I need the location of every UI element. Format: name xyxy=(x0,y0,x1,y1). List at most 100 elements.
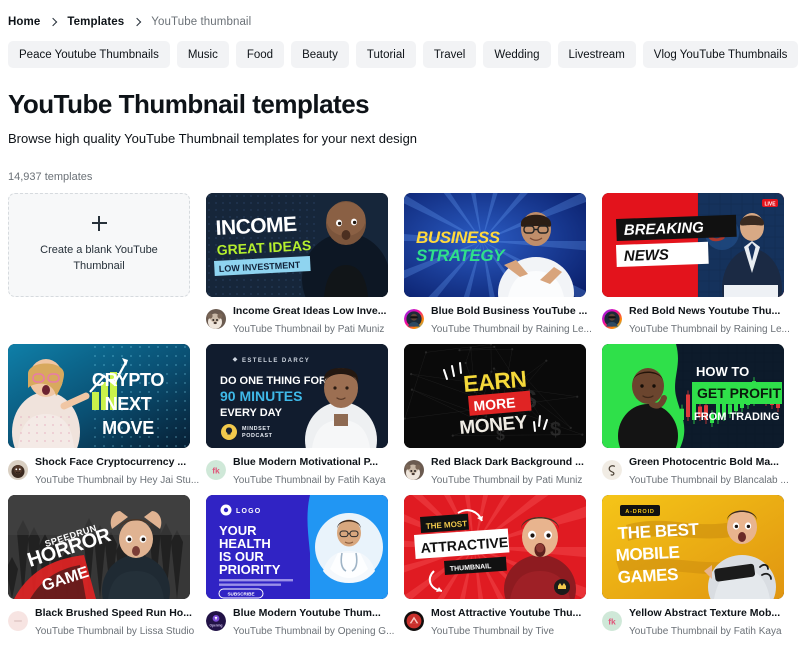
svg-text:GET PROFIT: GET PROFIT xyxy=(697,385,781,401)
template-author[interactable]: YouTube Thumbnail by Hey Jai Stu... xyxy=(35,475,199,486)
template-title[interactable]: Black Brushed Speed Run Ho... xyxy=(35,607,192,619)
breadcrumb: Home Templates YouTube thumbnail xyxy=(8,0,792,36)
template-author[interactable]: YouTube Thumbnail by Blancalab ... xyxy=(629,475,789,486)
template-caption-text: Shock Face Cryptocurrency ... YouTube Th… xyxy=(35,452,190,489)
template-thumbnail-best-mobile-games[interactable]: A-DROID THE BEST MOBILE GAMES xyxy=(602,495,784,599)
svg-text:INCOME: INCOME xyxy=(215,213,298,240)
template-thumbnail-mindset-podcast[interactable]: ESTELLE DARCY DO ONE THING FOR 90 MINUTE… xyxy=(206,344,388,448)
fatih-kaya-avatar[interactable]: fk xyxy=(602,611,622,631)
svg-text:NEWS: NEWS xyxy=(624,246,670,265)
svg-text:ESTELLE DARCY: ESTELLE DARCY xyxy=(242,358,310,364)
raining-le-avatar[interactable] xyxy=(602,309,622,329)
template-author[interactable]: YouTube Thumbnail by Fatih Kaya xyxy=(233,475,386,486)
template-author[interactable]: YouTube Thumbnail by Raining Le... xyxy=(629,324,790,335)
template-caption-text: Yellow Abstract Texture Mob... YouTube T… xyxy=(629,603,784,640)
template-thumbnail-get-profit-trading[interactable]: HOW TO GET PROFIT FROM TRADING xyxy=(602,344,784,448)
filter-chip-vlog-youtube-thumbnails[interactable]: Vlog YouTube Thumbnails xyxy=(643,41,799,68)
filter-chip-list: Peace Youtube Thumbnails Music Food Beau… xyxy=(8,41,792,68)
svg-text:A-DROID: A-DROID xyxy=(625,509,655,515)
filter-chip-wedding[interactable]: Wedding xyxy=(483,41,550,68)
filter-chip-music[interactable]: Music xyxy=(177,41,229,68)
svg-text:MINDSET: MINDSET xyxy=(242,426,271,432)
chevron-right-icon xyxy=(49,18,58,27)
template-thumbnail-your-health-priority[interactable]: LOGO YOUR HEALTH IS OUR PRIORITY SUBSCRI… xyxy=(206,495,388,599)
template-thumbnail-earn-more-money[interactable]: $ $ $ EARN MORE MONEY xyxy=(404,344,586,448)
template-title[interactable]: Most Attractive Youtube Thu... xyxy=(431,607,581,619)
template-caption: Red Black Dark Background ... YouTube Th… xyxy=(404,455,586,485)
template-thumbnail-crypto-next-move[interactable]: CRYPTO NEXT MOVE xyxy=(8,344,190,448)
template-thumbnail-speedrun-horror-game[interactable]: SPEEDRUN HORROR GAME xyxy=(8,495,190,599)
filter-chip-travel[interactable]: Travel xyxy=(423,41,477,68)
hey-jai-avatar[interactable] xyxy=(8,460,28,480)
template-author[interactable]: YouTube Thumbnail by Pati Muniz xyxy=(431,475,582,486)
template-author[interactable]: YouTube Thumbnail by Pati Muniz xyxy=(233,324,384,335)
svg-text:fk: fk xyxy=(608,617,616,627)
template-count: 14,937 templates xyxy=(8,171,792,183)
template-caption-text: Red Black Dark Background ... YouTube Th… xyxy=(431,452,586,489)
svg-text:fk: fk xyxy=(212,466,220,476)
template-caption-text: Blue Bold Business YouTube ... YouTube T… xyxy=(431,301,586,338)
template-author[interactable]: YouTube Thumbnail by Tive xyxy=(431,626,554,637)
template-title[interactable]: Blue Modern Motivational P... xyxy=(233,456,378,468)
template-caption: fk Yellow Abstract Texture Mob... YouTub… xyxy=(602,606,784,636)
svg-text:LOGO: LOGO xyxy=(236,508,261,515)
template-card: A-DROID THE BEST MOBILE GAMES fk Yellow … xyxy=(602,495,784,636)
svg-text:$: $ xyxy=(550,419,561,441)
template-card: HOW TO GET PROFIT FROM TRADING Green Pho… xyxy=(602,344,784,485)
template-title[interactable]: Shock Face Cryptocurrency ... xyxy=(35,456,186,468)
template-caption: fk Blue Modern Motivational P... YouTube… xyxy=(206,455,388,485)
template-author[interactable]: YouTube Thumbnail by Lissa Studio xyxy=(35,626,194,637)
raining-le-avatar[interactable] xyxy=(404,309,424,329)
pati-muniz-avatar[interactable] xyxy=(206,309,226,329)
template-title[interactable]: Red Black Dark Background ... xyxy=(431,456,584,468)
template-title[interactable]: Yellow Abstract Texture Mob... xyxy=(629,607,780,619)
template-title[interactable]: Income Great Ideas Low Inve... xyxy=(233,305,386,317)
tive-avatar[interactable] xyxy=(404,611,424,631)
filter-chip-food[interactable]: Food xyxy=(236,41,284,68)
template-card: CRYPTO NEXT MOVE Shock Face Cryptocurren… xyxy=(8,344,190,485)
breadcrumb-item-current: YouTube thumbnail xyxy=(151,16,251,28)
filter-chip-tutorial[interactable]: Tutorial xyxy=(356,41,416,68)
filter-chip-peace-youtube-thumbnails[interactable]: Peace Youtube Thumbnails xyxy=(8,41,170,68)
template-caption: Opening Blue Modern Youtube Thum... YouT… xyxy=(206,606,388,636)
template-title[interactable]: Green Photocentric Bold Ma... xyxy=(629,456,779,468)
svg-text:GAMES: GAMES xyxy=(617,565,678,587)
template-caption-text: Blue Modern Motivational P... YouTube Th… xyxy=(233,452,388,489)
template-thumbnail-income-great-ideas[interactable]: INCOME GREAT IDEAS LOW INVESTMENT xyxy=(206,193,388,297)
template-thumbnail-most-attractive[interactable]: THE MOST ATTRACTIVE THUMBNAIL xyxy=(404,495,586,599)
template-title[interactable]: Blue Bold Business YouTube ... xyxy=(431,305,587,317)
filter-chip-beauty[interactable]: Beauty xyxy=(291,41,349,68)
template-thumbnail-business-strategy[interactable]: BUSINESS STRATEGY xyxy=(404,193,586,297)
lissa-studio-avatar[interactable] xyxy=(8,611,28,631)
template-card: G BREAKING NEWS LIVE Red Bold News Youtu… xyxy=(602,193,784,334)
template-caption: Red Bold News Youtube Thu... YouTube Thu… xyxy=(602,304,784,334)
pati-muniz-avatar[interactable] xyxy=(404,460,424,480)
templates-page: Home Templates YouTube thumbnail Peace Y… xyxy=(0,0,800,646)
breadcrumb-item-home[interactable]: Home xyxy=(8,16,40,28)
svg-text:PRIORITY: PRIORITY xyxy=(219,562,281,577)
svg-text:EVERY DAY: EVERY DAY xyxy=(220,407,283,419)
template-title[interactable]: Blue Modern Youtube Thum... xyxy=(233,607,381,619)
fatih-kaya-avatar[interactable]: fk xyxy=(206,460,226,480)
filter-chip-livestream[interactable]: Livestream xyxy=(558,41,636,68)
template-caption-text: Most Attractive Youtube Thu... YouTube T… xyxy=(431,603,586,640)
template-author[interactable]: YouTube Thumbnail by Raining Le... xyxy=(431,324,592,335)
svg-text:BUSINESS: BUSINESS xyxy=(416,228,501,247)
template-card: ESTELLE DARCY DO ONE THING FOR 90 MINUTE… xyxy=(206,344,388,485)
template-author[interactable]: YouTube Thumbnail by Opening G... xyxy=(233,626,394,637)
template-caption-text: Income Great Ideas Low Inve... YouTube T… xyxy=(233,301,388,338)
svg-text:90 MINUTES: 90 MINUTES xyxy=(220,388,302,404)
blancalab-avatar[interactable] xyxy=(602,460,622,480)
template-thumbnail-breaking-news[interactable]: G BREAKING NEWS LIVE xyxy=(602,193,784,297)
template-caption: Most Attractive Youtube Thu... YouTube T… xyxy=(404,606,586,636)
template-caption-text: Black Brushed Speed Run Ho... YouTube Th… xyxy=(35,603,190,640)
template-title[interactable]: Red Bold News Youtube Thu... xyxy=(629,305,780,317)
plus-icon xyxy=(92,216,107,231)
svg-text:FROM TRADING: FROM TRADING xyxy=(694,411,780,423)
create-blank-card-cell: Create a blank YouTube Thumbnail xyxy=(8,193,190,334)
opening-g-avatar[interactable]: Opening xyxy=(206,611,226,631)
create-blank-youtube-thumbnail-button[interactable]: Create a blank YouTube Thumbnail xyxy=(8,193,190,297)
template-card: LOGO YOUR HEALTH IS OUR PRIORITY SUBSCRI… xyxy=(206,495,388,636)
template-author[interactable]: YouTube Thumbnail by Fatih Kaya xyxy=(629,626,782,637)
breadcrumb-item-templates[interactable]: Templates xyxy=(67,16,124,28)
